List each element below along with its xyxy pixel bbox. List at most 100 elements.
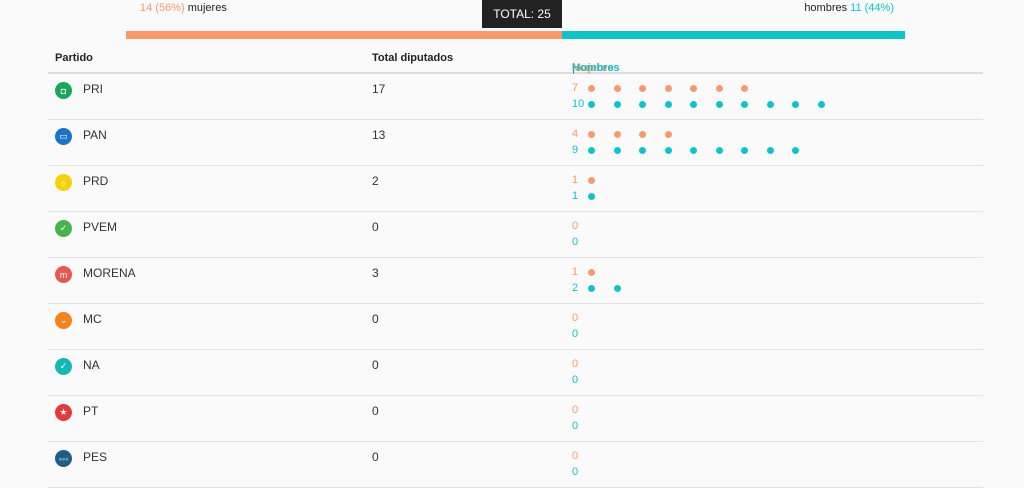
women-dot <box>664 84 672 92</box>
men-dot <box>588 192 595 200</box>
header-men: Hombres <box>572 62 620 74</box>
men-row: 1 <box>572 189 614 203</box>
table-row: ⌄ MC 0 0 0 <box>48 304 983 350</box>
table-row: ★ PT 0 0 0 <box>48 396 983 442</box>
men-word: hombres <box>804 2 848 14</box>
party-name: MORENA <box>83 266 136 280</box>
party-total: 13 <box>372 128 386 142</box>
men-count: 10 <box>572 98 585 110</box>
women-dot <box>715 84 723 92</box>
party-total: 0 <box>372 220 379 234</box>
men-row: 0 <box>572 373 588 387</box>
women-count: 1 <box>572 266 579 278</box>
pan-logo-icon: ▭ <box>55 128 72 145</box>
women-dot <box>690 84 697 92</box>
party-total: 17 <box>372 82 386 96</box>
pes-logo-icon: ◦◦◦ <box>55 450 72 467</box>
women-row: 0 <box>572 449 588 463</box>
women-row: 7 <box>572 81 767 95</box>
party-total: 0 <box>372 358 379 372</box>
women-dot <box>588 84 595 92</box>
gender-summary: 14 (56%) mujeres TOTAL: 25 hombres 11 (4… <box>0 0 1024 42</box>
men-dot <box>613 284 621 292</box>
women-dots <box>588 176 614 184</box>
men-count: 0 <box>572 374 579 386</box>
table-header: Partido Total diputados Mujeres | Hombre… <box>48 42 983 74</box>
men-count: 0 <box>572 328 579 340</box>
men-dot <box>715 146 723 154</box>
men-dot <box>741 100 748 108</box>
women-dot <box>741 84 748 92</box>
women-count: 0 <box>572 220 579 232</box>
men-dot <box>613 146 621 154</box>
header-total: Total diputados <box>372 52 454 64</box>
men-dot <box>588 284 595 292</box>
women-dot <box>664 130 672 138</box>
party-name: PES <box>83 450 108 464</box>
women-dots <box>588 84 767 92</box>
party-total: 0 <box>372 312 379 326</box>
men-count-value: 11 (44%) <box>850 2 894 14</box>
men-dot <box>690 146 697 154</box>
men-count: 0 <box>572 236 579 248</box>
men-row: 0 <box>572 327 588 341</box>
women-count: 0 <box>572 312 579 324</box>
men-row: 9 <box>572 143 818 157</box>
women-row: 4 <box>572 127 690 141</box>
men-dot <box>766 100 774 108</box>
men-dot <box>613 100 621 108</box>
women-dot <box>639 130 646 138</box>
header-party: Partido <box>55 52 93 64</box>
men-count: 2 <box>572 282 579 294</box>
women-dots <box>588 130 690 138</box>
party-name: PT <box>83 404 99 418</box>
women-dot <box>588 130 595 138</box>
table-row: ▭ PAN 13 4 9 <box>48 120 983 166</box>
table-row: ✓ PVEM 0 0 0 <box>48 212 983 258</box>
women-count: 4 <box>572 128 579 140</box>
women-word: mujeres <box>187 2 227 14</box>
men-count: 1 <box>572 190 579 202</box>
table-row: ◘ PRI 17 7 10 <box>48 74 983 120</box>
men-dot <box>690 100 697 108</box>
men-count: 9 <box>572 144 579 156</box>
men-dot <box>817 100 825 108</box>
women-dot <box>613 130 621 138</box>
men-dots <box>588 192 614 200</box>
men-dot <box>664 146 672 154</box>
women-row: 0 <box>572 403 588 417</box>
men-dots <box>588 284 639 292</box>
men-row: 0 <box>572 235 588 249</box>
men-dot <box>588 146 595 154</box>
morena-logo-icon: m <box>55 266 72 283</box>
men-dot <box>792 146 799 154</box>
men-row: 2 <box>572 281 639 295</box>
men-dot <box>792 100 799 108</box>
women-count-value: 14 (56%) <box>140 2 185 14</box>
table-body: ◘ PRI 17 7 10 ▭ PAN 13 4 9 ☼ PRD 2 1 1 ✓… <box>48 74 983 488</box>
total-badge: TOTAL: 25 <box>482 0 562 28</box>
women-dot <box>639 84 646 92</box>
table-row: ✓ NA 0 0 0 <box>48 350 983 396</box>
na-logo-icon: ✓ <box>55 358 72 375</box>
party-total: 3 <box>372 266 379 280</box>
men-count-label: hombres 11 (44%) <box>804 2 894 14</box>
women-row: 0 <box>572 219 588 233</box>
women-proportion-bar <box>126 31 562 39</box>
pvem-toucan-logo-icon: ✓ <box>55 220 72 237</box>
men-dot <box>639 100 646 108</box>
party-name: PAN <box>83 128 107 142</box>
table-row: ◦◦◦ PES 0 0 0 <box>48 442 983 488</box>
women-count: 0 <box>572 450 579 462</box>
pri-logo-icon: ◘ <box>55 82 72 99</box>
party-total: 0 <box>372 404 379 418</box>
women-count: 0 <box>572 404 579 416</box>
men-dot <box>664 100 672 108</box>
women-count-label: 14 (56%) mujeres <box>140 2 227 14</box>
women-dot <box>613 84 621 92</box>
women-count: 7 <box>572 82 579 94</box>
men-dots <box>588 146 818 154</box>
women-dots <box>588 268 614 276</box>
party-name: MC <box>83 312 102 326</box>
party-name: NA <box>83 358 100 372</box>
